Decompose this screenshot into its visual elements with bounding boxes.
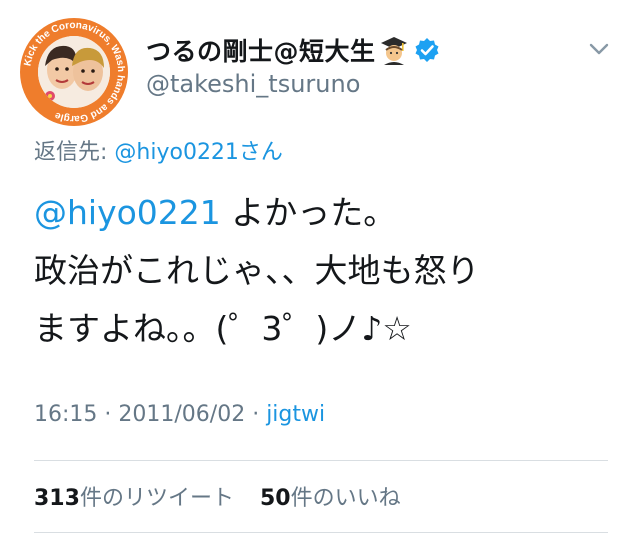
- tweet-stats: 313 件のリツイート 50 件のいいね: [34, 480, 427, 512]
- tweet-source-link[interactable]: jigtwi: [266, 402, 325, 427]
- reply-to-prefix: 返信先:: [34, 140, 115, 165]
- chevron-down-icon[interactable]: [586, 36, 612, 62]
- tweet-date[interactable]: 2011/06/02: [118, 402, 245, 427]
- display-name[interactable]: つるの剛士@短大生: [146, 32, 376, 68]
- avatar[interactable]: Kick the Coronavirus, Wash hands and Gar…: [20, 18, 128, 126]
- tweet-meta: 16:15 · 2011/06/02 · jigtwi: [34, 402, 325, 427]
- retweets-stat[interactable]: 313 件のリツイート: [34, 480, 234, 512]
- likes-label: 件のいいね: [290, 486, 401, 511]
- reply-to-line: 返信先: @hiyo0221さん: [34, 134, 283, 166]
- retweets-count: 313: [34, 486, 80, 511]
- tweet-line-2: 政治がこれじゃ、、大地も怒り: [34, 251, 480, 290]
- tweet-line-1: @hiyo0221 よかった。: [34, 184, 614, 242]
- verified-badge-icon: [414, 37, 440, 63]
- tweet-line-1-text: よかった。: [220, 193, 397, 232]
- retweets-label: 件のリツイート: [79, 486, 234, 511]
- tweet-time[interactable]: 16:15: [34, 402, 97, 427]
- meta-separator: ·: [245, 402, 267, 427]
- divider: [34, 532, 608, 533]
- reply-to-mention-link[interactable]: @hiyo0221さん: [114, 140, 283, 165]
- divider: [34, 460, 608, 461]
- tweet-body: @hiyo0221 よかった。 政治がこれじゃ、、大地も怒り ますよね。。(゜3…: [34, 184, 614, 358]
- avatar-photo: [38, 36, 110, 108]
- student-emoji-icon: [380, 35, 408, 65]
- tweet-detail: Kick the Coronavirus, Wash hands and Gar…: [0, 0, 640, 548]
- display-name-row[interactable]: つるの剛士@短大生: [146, 30, 440, 70]
- likes-count: 50: [259, 486, 291, 511]
- tweet-line-3: ますよね。。(゜3゜)ノ♪☆: [34, 309, 412, 348]
- meta-separator: ·: [97, 402, 119, 427]
- tweet-mention-link[interactable]: @hiyo0221: [34, 193, 221, 232]
- user-handle[interactable]: @takeshi_tsuruno: [146, 70, 360, 98]
- likes-stat[interactable]: 50 件のいいね: [260, 480, 401, 512]
